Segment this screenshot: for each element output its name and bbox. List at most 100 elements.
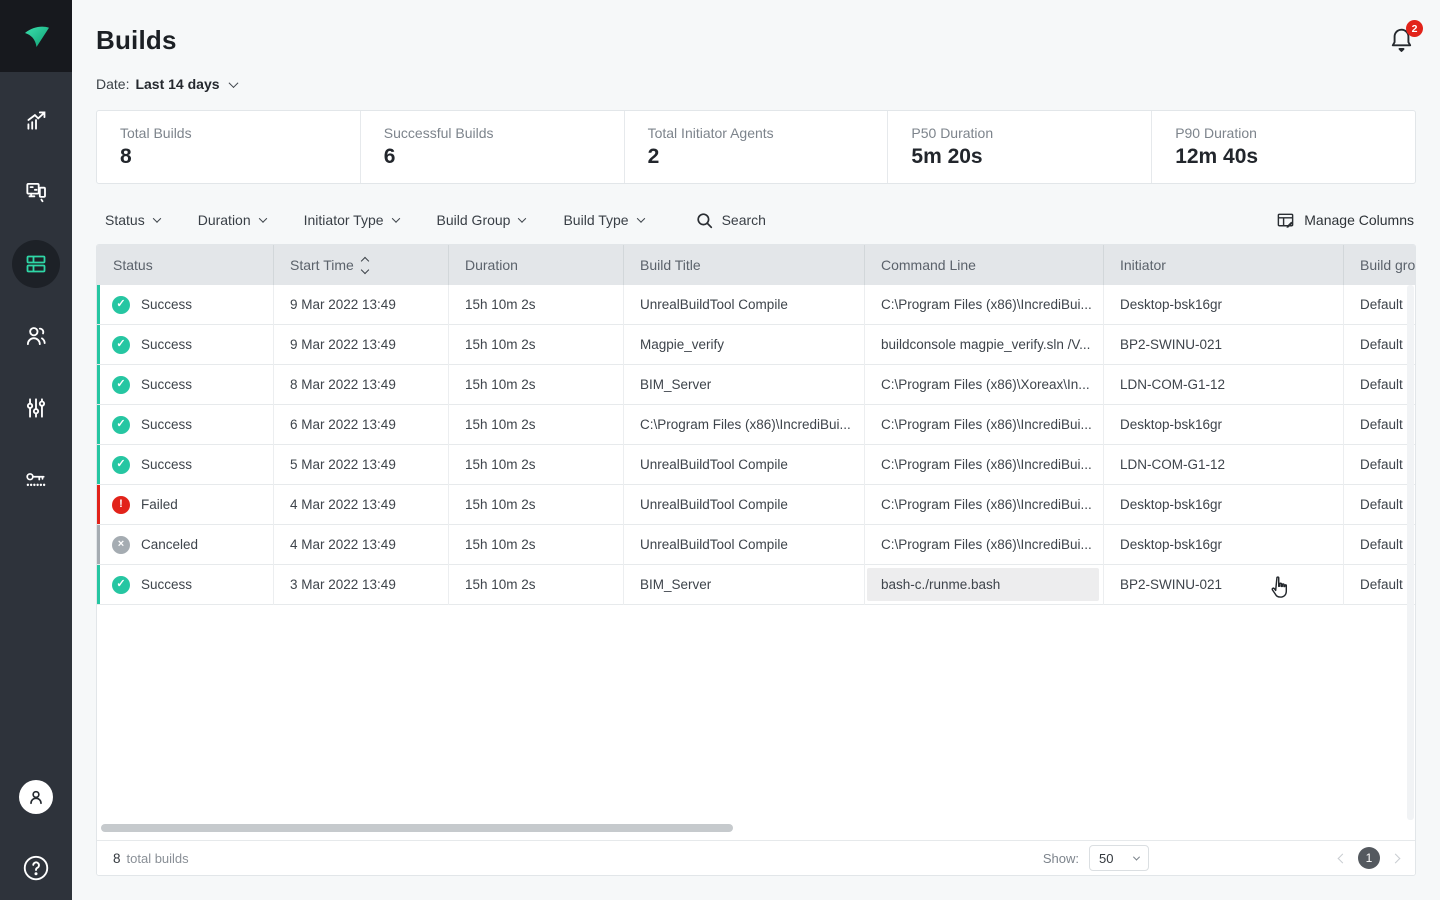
sidebar-item-settings[interactable] [0,372,72,444]
cell-command-line: C:\Program Files (x86)\IncrediBui... [881,457,1092,472]
status-label: Success [141,417,192,432]
sort-icon[interactable] [362,258,368,273]
license-key-icon [23,467,49,493]
filter-status[interactable]: Status [105,212,160,228]
cell-status: × Canceled [97,525,274,565]
date-filter-value: Last 14 days [135,76,219,92]
sidebar-item-users[interactable] [0,300,72,372]
next-page-button[interactable] [1391,853,1401,863]
status-label: Success [141,377,192,392]
cell-initiator: BP2-SWINU-021 [1120,577,1222,592]
table-row[interactable]: ✓ Success 6 Mar 2022 13:49 15h 10m 2s C:… [97,405,1415,445]
status-icon: ✓ [112,576,130,594]
cell-command-line: C:\Program Files (x86)\IncrediBui... [881,497,1092,512]
builds-icon [24,252,48,276]
show-label: Show: [1043,851,1079,866]
chevron-down-icon [258,214,266,222]
status-icon: ✓ [112,336,130,354]
status-label: Canceled [141,537,198,552]
status-icon: ! [112,496,130,514]
cell-status: ✓ Success [97,445,274,485]
cell-status: ✓ Success [97,565,274,605]
sidebar-nav [0,84,72,516]
table-row[interactable]: ✓ Success 3 Mar 2022 13:49 15h 10m 2s BI… [97,565,1415,605]
cell-start-time: 6 Mar 2022 13:49 [290,417,396,432]
status-icon: ✓ [112,456,130,474]
column-header-build-title[interactable]: Build Title [624,245,865,285]
cell-status: ✓ Success [97,325,274,365]
stat-total-builds: Total Builds 8 [97,111,360,183]
table-row[interactable]: ✓ Success 9 Mar 2022 13:49 15h 10m 2s Un… [97,285,1415,325]
table-row[interactable]: × Canceled 4 Mar 2022 13:49 15h 10m 2s U… [97,525,1415,565]
cell-build-group: Default [1360,537,1403,552]
analytics-icon [23,107,49,133]
previous-page-button[interactable] [1338,853,1348,863]
cell-status: ✓ Success [97,405,274,445]
filter-duration[interactable]: Duration [198,212,266,228]
cell-initiator: Desktop-bsk16gr [1120,297,1222,312]
page-size-group: Show: 50 [1043,845,1149,871]
sidebar-item-license[interactable] [0,444,72,516]
sidebar-item-analytics[interactable] [0,84,72,156]
cell-build-title: BIM_Server [640,577,711,592]
sidebar-item-builds[interactable] [0,228,72,300]
cell-command-line: C:\Program Files (x86)\IncrediBui... [881,537,1092,552]
chevron-down-icon [228,78,238,88]
filter-build-group[interactable]: Build Group [437,212,526,228]
cell-build-group: Default [1360,417,1403,432]
cell-duration: 15h 10m 2s [465,417,536,432]
active-item-highlight [12,240,60,288]
topbar: Builds 2 [96,22,1416,58]
total-builds-count: 8 [113,851,121,866]
date-filter[interactable]: Date: Last 14 days [96,74,237,94]
status-icon: ✓ [112,416,130,434]
status-label: Success [141,337,192,352]
cell-command-line[interactable]: bash-c./runme.bash [867,568,1099,601]
table-row[interactable]: ✓ Success 5 Mar 2022 13:49 15h 10m 2s Un… [97,445,1415,485]
page-size-select[interactable]: 50 [1089,845,1149,871]
current-page-button[interactable]: 1 [1358,847,1380,869]
pagination: 1 [1339,847,1399,869]
column-header-command-line[interactable]: Command Line [865,245,1104,285]
column-header-duration[interactable]: Duration [449,245,624,285]
chevron-down-icon [1133,853,1140,860]
cell-build-title: UnrealBuildTool Compile [640,537,788,552]
cell-duration: 15h 10m 2s [465,457,536,472]
cell-start-time: 4 Mar 2022 13:49 [290,497,396,512]
stat-successful-builds: Successful Builds 6 [360,111,624,183]
search-button[interactable]: Search [696,212,766,229]
cell-start-time: 9 Mar 2022 13:49 [290,297,396,312]
column-header-build-group[interactable]: Build group [1344,245,1415,285]
status-label: Success [141,577,192,592]
horizontal-scrollbar-thumb[interactable] [101,824,733,832]
app-logo[interactable] [0,0,72,72]
help-button[interactable] [20,852,52,884]
cell-duration: 15h 10m 2s [465,297,536,312]
sidebar-item-agents[interactable] [0,156,72,228]
notifications-button[interactable]: 2 [1388,25,1416,55]
total-builds-label: total builds [127,851,189,866]
filter-build-type[interactable]: Build Type [563,212,643,228]
column-header-status[interactable]: Status [97,245,274,285]
column-header-initiator[interactable]: Initiator [1104,245,1344,285]
stat-p90-duration: P90 Duration 12m 40s [1151,111,1415,183]
status-icon: × [112,536,130,554]
cell-duration: 15h 10m 2s [465,337,536,352]
cell-start-time: 3 Mar 2022 13:49 [290,577,396,592]
table-row[interactable]: ! Failed 4 Mar 2022 13:49 15h 10m 2s Unr… [97,485,1415,525]
table-row[interactable]: ✓ Success 8 Mar 2022 13:49 15h 10m 2s BI… [97,365,1415,405]
table-row[interactable]: ✓ Success 9 Mar 2022 13:49 15h 10m 2s Ma… [97,325,1415,365]
agents-icon [23,179,49,205]
date-filter-label: Date: [96,76,129,92]
filter-initiator-type[interactable]: Initiator Type [304,212,399,228]
stat-p50-duration: P50 Duration 5m 20s [887,111,1151,183]
cell-initiator: LDN-COM-G1-12 [1120,457,1225,472]
avatar-icon [26,787,46,807]
column-header-start-time[interactable]: Start Time [274,245,449,285]
manage-columns-button[interactable]: Manage Columns [1276,211,1416,230]
cell-command-line: buildconsole magpie_verify.sln /V... [881,337,1090,352]
builds-table: Status Start Time Duration Build Title C… [96,244,1416,876]
user-avatar[interactable] [19,780,53,814]
builds-page: Builds 2 Date: Last 14 days Total Builds… [0,0,1440,900]
status-label: Success [141,457,192,472]
